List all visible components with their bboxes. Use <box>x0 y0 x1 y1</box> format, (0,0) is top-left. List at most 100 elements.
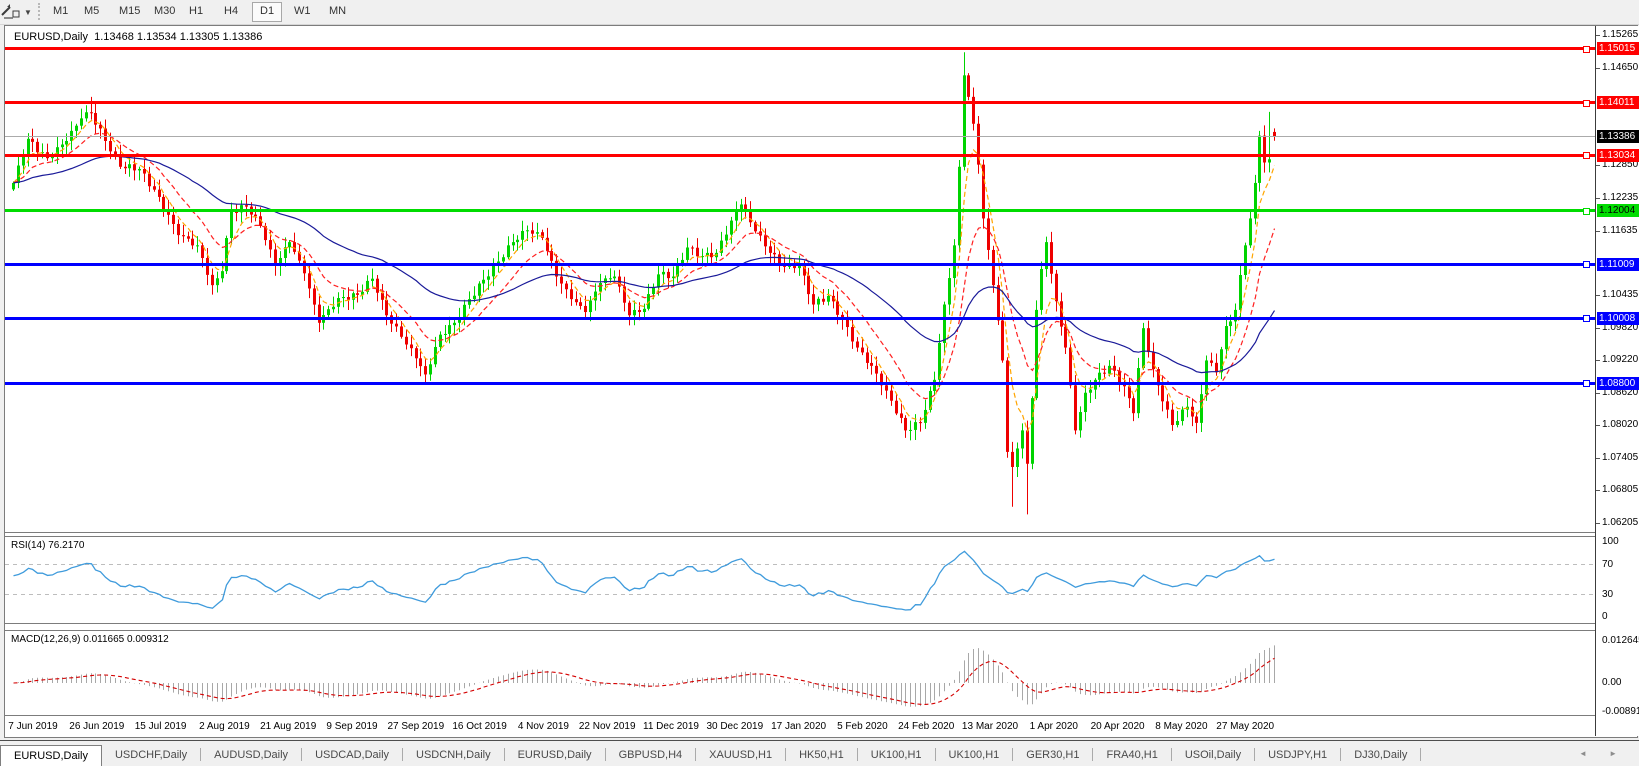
toolbar-grip <box>38 3 43 20</box>
macd-label: MACD(12,26,9) 0.011665 0.009312 <box>11 634 169 645</box>
chart-tab-eurusd-daily-0[interactable]: EURUSD,Daily <box>0 745 102 766</box>
price-tag-1.14011: 1.14011 <box>1597 96 1639 109</box>
dropdown-caret-icon[interactable]: ▼ <box>24 8 32 17</box>
rsi-label: RSI(14) 76.2170 <box>11 540 84 551</box>
price-axis-tick: 1.06205 <box>1602 517 1638 528</box>
timeframe-button-m30[interactable]: M30 <box>147 2 182 20</box>
chart-tab-usdcad-daily-3[interactable]: USDCAD,Daily <box>302 745 402 765</box>
tab-divider <box>1420 748 1421 761</box>
current-price-tag: 1.13386 <box>1597 130 1639 143</box>
date-axis-label: 13 Mar 2020 <box>962 721 1018 732</box>
tick-mark <box>1596 295 1600 296</box>
chart-tab-uk100-h1-9[interactable]: UK100,H1 <box>858 745 935 765</box>
ma-mid-line <box>14 133 1275 402</box>
macd-axis-tick: -0.00891 <box>1602 706 1639 717</box>
macd-axis-tick: 0.012645 <box>1602 635 1639 646</box>
price-axis-tick: 1.06805 <box>1602 484 1638 495</box>
macd-panel[interactable]: MACD(12,26,9) 0.011665 0.009312 <box>5 630 1595 716</box>
tab-scroll-arrows[interactable]: ◄ ► <box>1579 749 1627 758</box>
top-toolbar: ▼ M1M5 M15M30H1 H4 D1 W1MN <box>0 0 1639 25</box>
price-axis-tick: 1.10435 <box>1602 289 1638 300</box>
line-handle[interactable] <box>1583 315 1590 322</box>
price-tag-1.10008: 1.10008 <box>1597 312 1639 325</box>
date-axis-label: 20 Apr 2020 <box>1091 721 1145 732</box>
date-axis-label: 7 Jun 2019 <box>8 721 58 732</box>
horizontal-line-resistance-1.15015[interactable] <box>5 47 1595 50</box>
date-axis-label: 9 Sep 2019 <box>326 721 377 732</box>
line-handle[interactable] <box>1583 380 1590 387</box>
price-axis[interactable]: 1.152651.146501.128501.122351.116351.104… <box>1595 26 1639 736</box>
date-axis-label: 21 Aug 2019 <box>260 721 316 732</box>
chart-line-tool-icon[interactable] <box>1 3 21 20</box>
chart-tab-hk50-h1-8[interactable]: HK50,H1 <box>786 745 857 765</box>
horizontal-line-support-1.11009[interactable] <box>5 263 1595 266</box>
timeframe-button-m5[interactable]: M5 <box>77 2 106 20</box>
timeframe-button-w1[interactable]: W1 <box>287 2 318 20</box>
horizontal-line-pivot-1.12004[interactable] <box>5 209 1595 212</box>
chart-tab-dj30-daily-15[interactable]: DJ30,Daily <box>1341 745 1420 765</box>
macd-axis-tick: 0.00 <box>1602 677 1621 688</box>
chart-tab-gbpusd-h4-6[interactable]: GBPUSD,H4 <box>606 745 696 765</box>
horizontal-line-support-1.10008[interactable] <box>5 317 1595 320</box>
date-axis-label: 1 Apr 2020 <box>1030 721 1078 732</box>
line-handle[interactable] <box>1583 208 1590 215</box>
chart-tab-ger30-h1-11[interactable]: GER30,H1 <box>1013 745 1092 765</box>
price-axis-tick: 1.11635 <box>1602 225 1637 236</box>
chart-title: EURUSD,Daily 1.13468 1.13534 1.13305 1.1… <box>14 31 262 43</box>
tick-mark <box>1596 523 1600 524</box>
rsi-line <box>14 551 1275 610</box>
rsi-panel[interactable]: RSI(14) 76.2170 <box>5 536 1595 624</box>
chart-ohlc-values: 1.13468 1.13534 1.13305 1.13386 <box>94 31 262 43</box>
horizontal-line-support-1.08800[interactable] <box>5 382 1595 385</box>
date-axis-label: 26 Jun 2019 <box>69 721 124 732</box>
tick-mark <box>1596 68 1600 69</box>
rsi-axis-tick: 30 <box>1602 589 1613 600</box>
tick-mark <box>1596 231 1600 232</box>
timeframe-button-m1[interactable]: M1 <box>46 2 75 20</box>
date-axis-label: 24 Feb 2020 <box>898 721 954 732</box>
rsi-canvas[interactable] <box>5 537 1593 622</box>
timeframe-button-h1[interactable]: H1 <box>182 2 210 20</box>
tick-mark <box>1596 360 1600 361</box>
price-axis-tick: 1.07405 <box>1602 452 1638 463</box>
mt4-terminal: ▼ M1M5 M15M30H1 H4 D1 W1MN EURUSD,Daily 1.13… <box>0 0 1639 766</box>
chart-tab-usdcnh-daily-4[interactable]: USDCNH,Daily <box>403 745 504 765</box>
date-axis-label: 8 May 2020 <box>1155 721 1207 732</box>
date-axis-label: 27 Sep 2019 <box>387 721 444 732</box>
rsi-axis-tick: 100 <box>1602 536 1619 547</box>
line-handle[interactable] <box>1583 152 1590 159</box>
date-axis-label: 15 Jul 2019 <box>135 721 187 732</box>
chart-tab-usoil-daily-13[interactable]: USOil,Daily <box>1172 745 1254 765</box>
line-handle[interactable] <box>1583 46 1590 53</box>
horizontal-line-resistance-1.13034[interactable] <box>5 154 1595 157</box>
chart-tab-fra40-h1-12[interactable]: FRA40,H1 <box>1093 745 1170 765</box>
date-axis-label: 2 Aug 2019 <box>199 721 250 732</box>
timeframe-button-h4[interactable]: H4 <box>217 2 245 20</box>
price-axis-tick: 1.15265 <box>1602 29 1638 40</box>
price-axis-tick: 1.08020 <box>1602 419 1638 430</box>
tick-mark <box>1596 35 1600 36</box>
chart-tab-xauusd-h1-7[interactable]: XAUUSD,H1 <box>696 745 785 765</box>
tick-mark <box>1596 458 1600 459</box>
date-axis-label: 4 Nov 2019 <box>518 721 569 732</box>
horizontal-line-resistance-1.14011[interactable] <box>5 101 1595 104</box>
line-handle[interactable] <box>1583 261 1590 268</box>
timeframe-button-mn[interactable]: MN <box>322 2 353 20</box>
rsi-axis-tick: 0 <box>1602 611 1608 622</box>
line-handle[interactable] <box>1583 100 1590 107</box>
current-price-line <box>5 136 1595 137</box>
chart-tab-usdchf-daily-1[interactable]: USDCHF,Daily <box>102 745 200 765</box>
macd-canvas[interactable] <box>5 631 1593 714</box>
chart-tab-uk100-h1-10[interactable]: UK100,H1 <box>936 745 1013 765</box>
date-axis[interactable]: 7 Jun 2019 26 Jun 2019 15 Jul 2019 2 Aug 20… <box>5 718 1595 737</box>
tick-mark <box>1596 425 1600 426</box>
chart-tab-audusd-daily-2[interactable]: AUDUSD,Daily <box>201 745 301 765</box>
chart-window: EURUSD,Daily 1.13468 1.13534 1.13305 1.1… <box>4 25 1638 738</box>
chart-tab-usdjpy-h1-14[interactable]: USDJPY,H1 <box>1255 745 1340 765</box>
date-axis-label: 22 Nov 2019 <box>579 721 636 732</box>
chart-tab-eurusd-daily-5[interactable]: EURUSD,Daily <box>505 745 605 765</box>
timeframe-button-m15[interactable]: M15 <box>112 2 147 20</box>
price-tag-1.15015: 1.15015 <box>1597 42 1639 55</box>
timeframe-button-d1[interactable]: D1 <box>252 2 282 22</box>
date-axis-label: 27 May 2020 <box>1216 721 1274 732</box>
